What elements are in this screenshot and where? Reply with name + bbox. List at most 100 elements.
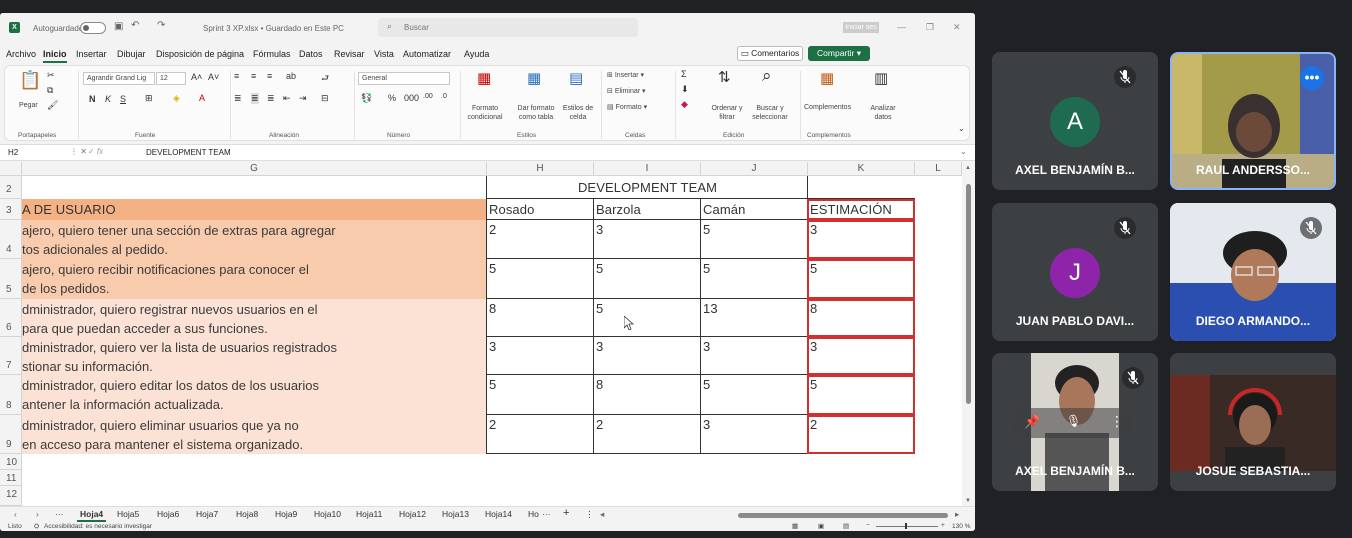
conditional-format-icon[interactable]: ▦ [477,69,491,87]
addins-icon[interactable]: ▦ [820,69,834,87]
menu-dibujar[interactable]: Dibujar [117,49,146,59]
sheet-tab[interactable]: Hoja7 [196,509,218,519]
cut-icon[interactable]: ✂ [47,70,55,81]
find-select-label[interactable]: Buscar y seleccionar [747,104,793,122]
story-header[interactable]: A DE USUARIO [22,202,116,217]
share-button[interactable]: Compartir ▾ [808,46,870,61]
align-bottom-icon[interactable]: ≡ [267,71,272,81]
value-cell[interactable]: 5 [489,261,496,276]
value-cell[interactable]: 5 [703,261,710,276]
paste-label[interactable]: Pegar [19,102,38,109]
scroll-left-icon[interactable]: ◂ [600,509,604,520]
formula-input[interactable]: DEVELOPMENT TEAM [146,148,231,157]
value-cell[interactable]: 2 [489,417,496,432]
value-cell[interactable]: 3 [703,417,710,432]
paste-icon[interactable]: 📋 [19,70,41,91]
zoom-out-icon[interactable]: − [866,522,870,529]
more-tabs-icon[interactable]: ··· [542,509,551,519]
cell-styles-label[interactable]: Estilos de celda [560,104,596,122]
insert-cells-button[interactable]: ⊞ Insertar ▾ [607,71,644,79]
find-icon[interactable]: ⌕ [762,66,772,86]
decrease-decimal-icon[interactable]: .0 [441,93,447,100]
more-sheets-icon[interactable]: ··· [55,509,64,519]
increase-font-icon[interactable]: A˄ [191,72,202,82]
row-header[interactable]: 6 [0,299,22,337]
orientation-icon[interactable]: ab [286,71,296,81]
align-top-icon[interactable]: ≡ [234,71,239,81]
expand-formula-icon[interactable]: ⌄ [960,147,967,156]
menu-archivo[interactable]: Archivo [6,49,36,59]
increase-indent-icon[interactable]: ⇥ [299,93,307,104]
row-header[interactable]: 2 [0,176,22,199]
page-layout-icon[interactable]: ▣ [818,522,824,530]
prev-sheet-icon[interactable]: ‹ [14,509,17,519]
fill-icon[interactable]: ⬇ [681,84,689,95]
value-cell[interactable]: 3 [596,222,603,237]
row-header[interactable]: 11 [0,470,22,486]
row-header[interactable]: 7 [0,337,22,375]
member-header-rosado[interactable]: Rosado [489,202,534,217]
menu-formulas[interactable]: Fórmulas [253,49,291,59]
fx-icon[interactable]: ✓ fx [88,147,103,156]
align-right-icon[interactable]: ≣ [267,93,275,104]
sheet-tab-hoja4[interactable]: Hoja4 [77,509,107,522]
horizontal-scroll-thumb[interactable] [738,513,948,518]
row-header[interactable]: 4 [0,220,22,259]
participant-tile[interactable]: DIEGO ARMANDO... [1170,203,1336,341]
menu-datos[interactable]: Datos [299,49,323,59]
menu-automatizar[interactable]: Automatizar [403,49,451,59]
story-cell[interactable]: dministrador, quiero eliminar usuarios q… [22,415,486,454]
sheet-tab[interactable]: Hoja11 [356,509,382,519]
mute-icon[interactable]: 🎙 [1066,414,1081,428]
sheet-tab[interactable]: Hoja12 [399,509,426,519]
menu-disposicion[interactable]: Disposición de página [156,49,244,59]
member-header-barzola[interactable]: Barzola [596,202,641,217]
italic-icon[interactable]: K [105,94,111,104]
value-cell[interactable]: 3 [596,339,603,354]
row-header[interactable]: 5 [0,259,22,299]
name-box[interactable]: H2 [4,147,68,159]
autosum-icon[interactable]: Σ [681,69,687,79]
copy-icon[interactable]: ⧉ [47,85,53,96]
cell-styles-icon[interactable]: ▤ [569,69,583,87]
currency-icon[interactable]: 💱 [361,93,372,104]
clear-icon[interactable]: ◆ [681,99,688,110]
add-sheet-icon[interactable]: + [563,507,569,519]
page-break-icon[interactable]: ▤ [843,522,849,530]
participant-tile[interactable]: A AXEL BENJAMÍN B... [992,52,1158,190]
scroll-right-icon[interactable]: ▸ [955,509,959,520]
wrap-text-icon[interactable]: ⮐ [321,71,329,87]
format-table-icon[interactable]: ▦ [527,69,541,87]
decrease-font-icon[interactable]: A˅ [208,72,219,82]
participant-tile[interactable]: 📌 🎙 ⋮ AXEL BENJAMÍN B... [992,353,1158,491]
addins-label[interactable]: Complementos [804,104,851,111]
menu-ayuda[interactable]: Ayuda [464,49,489,59]
value-cell[interactable]: 5 [596,301,603,316]
more-options-icon[interactable]: ⋮ [1110,413,1124,430]
column-header-k[interactable]: K [808,162,915,176]
value-cell[interactable]: 5 [596,261,603,276]
value-cell[interactable]: 13 [703,301,718,316]
value-cell[interactable]: 3 [489,339,496,354]
decrease-indent-icon[interactable]: ⇤ [283,93,291,104]
sort-filter-label[interactable]: Ordenar y filtrar [707,104,747,122]
accessibility-status[interactable]: Accesibilidad: es necesario investigar [44,523,152,530]
column-header-h[interactable]: H [487,162,594,176]
menu-insertar[interactable]: Insertar [76,49,107,59]
team-header[interactable]: DEVELOPMENT TEAM [487,180,808,195]
next-sheet-icon[interactable]: › [36,509,39,519]
value-cell[interactable]: 2 [596,417,603,432]
format-table-label[interactable]: Dar formato como tabla [510,104,562,122]
scroll-down-icon[interactable]: ▼ [965,498,971,504]
more-options-icon[interactable]: ••• [1300,66,1324,90]
format-cells-button[interactable]: ▤ Formato ▾ [607,103,647,111]
select-all-corner[interactable] [0,162,22,176]
borders-icon[interactable]: ⊞ [145,93,153,104]
font-name-select[interactable]: Agrandir Grand Lig [83,72,155,85]
redo-icon[interactable]: ↷ [157,20,165,31]
zoom-slider[interactable] [876,526,938,527]
delete-cells-button[interactable]: ⊟ Eliminar ▾ [607,87,646,95]
column-header-l[interactable]: L [915,162,962,176]
menu-inicio[interactable]: Inicio [43,49,67,63]
collapse-ribbon-icon[interactable]: ⌄ [958,124,965,133]
